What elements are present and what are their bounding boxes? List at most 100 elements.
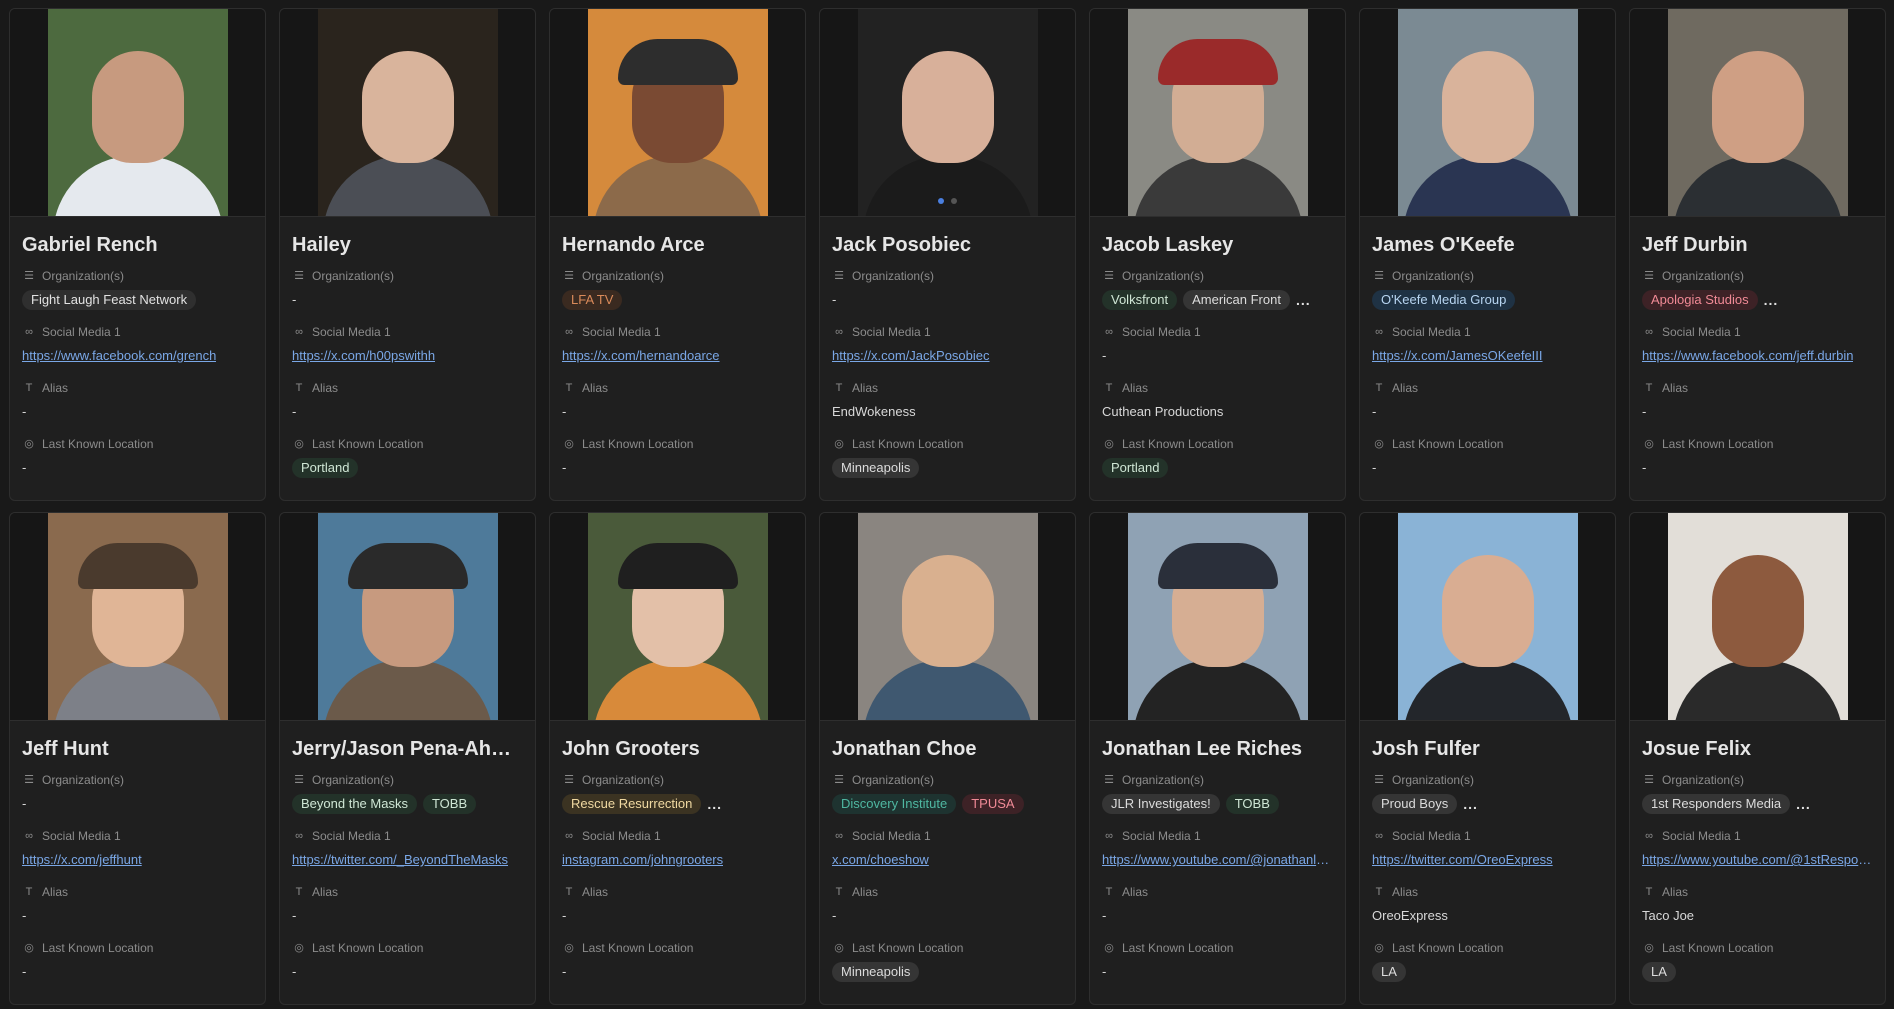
person-photo[interactable] [1360, 9, 1615, 217]
organization-tag[interactable]: TPUSA [962, 794, 1024, 814]
person-card[interactable]: Jack Posobiec ☰ Organization(s) - ∞ Social Me… [819, 8, 1076, 501]
location-property: ◎ Last Known Location LA [1642, 939, 1873, 995]
social-link[interactable]: https://www.facebook.com/grench [22, 345, 216, 367]
location-tag[interactable]: Portland [1102, 458, 1169, 478]
person-photo[interactable] [1360, 513, 1615, 721]
person-card[interactable]: Jeff Hunt ☰ Organization(s) - ∞ Social Media … [9, 512, 266, 1005]
social-link[interactable]: https://www.facebook.com/jeff.durbin [1642, 345, 1853, 367]
organization-tag[interactable]: O'Keefe Media Group [1372, 290, 1516, 310]
organization-tag[interactable]: Apologia Studios [1642, 290, 1758, 310]
carousel-dot[interactable] [937, 198, 944, 204]
social-link[interactable]: https://x.com/jeffhunt [22, 849, 142, 871]
person-name[interactable]: John Grooters [562, 737, 793, 761]
more-tags-indicator[interactable]: ... [707, 793, 722, 815]
portrait-head [91, 51, 184, 163]
organization-tag[interactable]: 1st Responders Media [1642, 794, 1791, 814]
person-photo[interactable] [10, 9, 265, 217]
location-tag[interactable]: Minneapolis [832, 962, 920, 982]
organization-tag[interactable]: Proud Boys [1372, 794, 1458, 814]
social-link[interactable]: https://x.com/JackPosobiec [832, 345, 990, 367]
organizations-property: ☰ Organization(s) Proud Boys... [1372, 771, 1603, 827]
organization-tag[interactable]: Rescue Resurrection [562, 794, 702, 814]
social-link[interactable]: https://x.com/h00pswithh [292, 345, 435, 367]
person-photo[interactable] [550, 513, 805, 721]
person-card[interactable]: Jerry/Jason Pena-Ahumada ☰ Organization(s)… [279, 512, 536, 1005]
carousel-dot[interactable] [950, 198, 957, 204]
person-photo[interactable] [10, 513, 265, 721]
organizations-label-row: ☰ Organization(s) [1372, 267, 1603, 285]
more-tags-indicator[interactable]: ... [1764, 289, 1779, 311]
more-tags-indicator[interactable]: ... [1796, 793, 1811, 815]
organizations-value: Discovery Institute TPUSA [832, 793, 1063, 815]
person-card[interactable]: Jonathan Choe ☰ Organization(s) Discovery I… [819, 512, 1076, 1005]
organization-tag[interactable]: American Front [1183, 290, 1290, 310]
person-name[interactable]: Jonathan Choe [832, 737, 1063, 761]
person-card[interactable]: Hailey ☰ Organization(s) - ∞ Social Media 1 ht… [279, 8, 536, 501]
social-link[interactable]: https://x.com/JamesOKeefeIII [1372, 345, 1543, 367]
person-name[interactable]: Jacob Laskey [1102, 233, 1333, 257]
social-link[interactable]: https://twitter.com/OreoExpress [1372, 849, 1553, 871]
person-photo[interactable] [550, 9, 805, 217]
organization-tag[interactable]: Fight Laugh Feast Network [22, 290, 197, 310]
person-photo[interactable] [280, 513, 535, 721]
organization-tag[interactable]: TOBB [1225, 794, 1279, 814]
person-card[interactable]: Gabriel Rench ☰ Organization(s) Fight Laugh… [9, 8, 266, 501]
person-name[interactable]: Jeff Hunt [22, 737, 253, 761]
location-tag[interactable]: Minneapolis [832, 458, 920, 478]
carousel-dots[interactable] [937, 198, 957, 204]
more-tags-indicator[interactable]: ... [1296, 289, 1311, 311]
person-card[interactable]: Jacob Laskey ☰ Organization(s) Volksfront Am… [1089, 8, 1346, 501]
organizations-label: Organization(s) [1392, 773, 1475, 787]
person-card[interactable]: John Grooters ☰ Organization(s) Rescue Resu… [549, 512, 806, 1005]
organization-tag[interactable]: Beyond the Masks [292, 794, 417, 814]
social-link[interactable]: https://twitter.com/_BeyondTheMasks [292, 849, 508, 871]
location-tag[interactable]: LA [1642, 962, 1676, 982]
portrait-body [1672, 660, 1843, 720]
social-link[interactable]: https://www.youtube.com/@1stResponders [1642, 849, 1873, 871]
person-card[interactable]: Josue Felix ☰ Organization(s) 1st Responder… [1629, 512, 1886, 1005]
social-property: ∞ Social Media 1 https://twitter.com/_Beyo… [292, 827, 523, 883]
person-photo[interactable] [1630, 9, 1885, 217]
organization-tag[interactable]: LFA TV [562, 290, 623, 310]
person-name[interactable]: Josh Fulfer [1372, 737, 1603, 761]
social-link[interactable]: https://www.youtube.com/@jonathanleerich… [1102, 849, 1333, 871]
person-card[interactable]: Hernando Arce ☰ Organization(s) LFA TV ∞ Soci… [549, 8, 806, 501]
person-photo[interactable] [820, 513, 1075, 721]
organization-tag[interactable]: Volksfront [1102, 290, 1178, 310]
person-card[interactable]: James O'Keefe ☰ Organization(s) O'Keefe Med… [1359, 8, 1616, 501]
more-tags-indicator[interactable]: ... [1463, 793, 1478, 815]
person-card[interactable]: Jonathan Lee Riches ☰ Organization(s) JLR I… [1089, 512, 1346, 1005]
person-photo[interactable] [1090, 9, 1345, 217]
person-card[interactable]: Jeff Durbin ☰ Organization(s) Apologia Stud… [1629, 8, 1886, 501]
social-link[interactable]: x.com/choeshow [832, 849, 929, 871]
person-name[interactable]: James O'Keefe [1372, 233, 1603, 257]
location-icon: ◎ [1644, 942, 1654, 954]
person-name[interactable]: Jonathan Lee Riches [1102, 737, 1333, 761]
list-icon: ☰ [1644, 270, 1654, 282]
organization-tag[interactable]: TOBB [422, 794, 477, 814]
alias-text: - [1372, 404, 1377, 419]
person-photo[interactable] [280, 9, 535, 217]
social-property: ∞ Social Media 1 https://x.com/h00pswithh [292, 323, 523, 379]
location-property: ◎ Last Known Location - [1642, 435, 1873, 491]
location-label-row: ◎ Last Known Location [1642, 939, 1873, 957]
social-link[interactable]: instagram.com/johngrooters [562, 849, 723, 871]
location-tag[interactable]: Portland [292, 458, 359, 478]
social-link[interactable]: https://x.com/hernandoarce [562, 345, 720, 367]
person-photo[interactable] [1630, 513, 1885, 721]
person-name[interactable]: Jack Posobiec [832, 233, 1063, 257]
organization-tag[interactable]: Discovery Institute [832, 794, 957, 814]
person-name[interactable]: Gabriel Rench [22, 233, 253, 257]
person-name[interactable]: Josue Felix [1642, 737, 1873, 761]
person-photo[interactable] [1090, 513, 1345, 721]
alias-text: - [292, 404, 297, 419]
person-name[interactable]: Jeff Durbin [1642, 233, 1873, 257]
person-photo[interactable] [820, 9, 1075, 217]
organization-tag[interactable]: JLR Investigates! [1102, 794, 1220, 814]
person-card[interactable]: Josh Fulfer ☰ Organization(s) Proud Boys...… [1359, 512, 1616, 1005]
location-tag[interactable]: LA [1372, 962, 1406, 982]
person-name[interactable]: Hailey [292, 233, 523, 257]
person-name[interactable]: Jerry/Jason Pena-Ahumada [292, 737, 523, 761]
person-name[interactable]: Hernando Arce [562, 233, 793, 257]
portrait-image [1667, 513, 1848, 720]
